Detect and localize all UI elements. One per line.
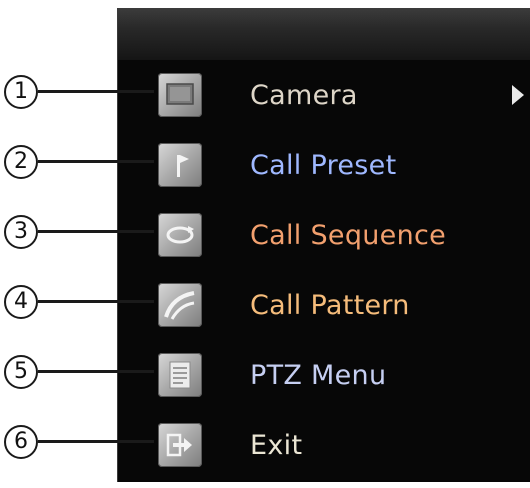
callout-number: 3 [4,215,38,249]
menu-item-label: PTZ Menu [250,360,387,391]
menu-list-icon [158,353,202,397]
callout-number: 2 [4,145,38,179]
callout-leader-line [38,90,154,93]
callout-number: 6 [4,425,38,459]
exit-icon [158,423,202,467]
callout-number: 5 [4,355,38,389]
callout-5: 5 [4,353,154,393]
callout-number: 1 [4,75,38,109]
submenu-arrow-icon [512,85,524,105]
menu-item-call-pattern[interactable]: Call Pattern [118,278,530,338]
menu-item-exit[interactable]: Exit [118,418,530,478]
callout-1: 1 [4,73,154,113]
callout-number: 4 [4,285,38,319]
callout-6: 6 [4,423,154,463]
callout-leader-line [38,370,154,373]
callout-4: 4 [4,283,154,323]
menu-item-label: Camera [250,80,358,111]
menu-item-ptz-menu[interactable]: PTZ Menu [118,348,530,408]
callout-leader-line [38,160,154,163]
ptz-popup-menu: Camera Call Preset Call Sequence Call Pa… [117,8,530,482]
menu-item-camera[interactable]: Camera [118,68,530,128]
callout-3: 3 [4,213,154,253]
menu-item-label: Call Preset [250,150,397,181]
pattern-icon [158,283,202,327]
callout-leader-line [38,300,154,303]
menu-title-bar [118,8,530,60]
callout-leader-line [38,230,154,233]
menu-item-label: Call Sequence [250,220,447,251]
callout-leader-line [38,440,154,443]
sequence-icon [158,213,202,257]
menu-item-call-sequence[interactable]: Call Sequence [118,208,530,268]
camera-icon [158,73,202,117]
flag-icon [158,143,202,187]
menu-item-label: Exit [250,430,303,461]
callout-2: 2 [4,143,154,183]
menu-item-call-preset[interactable]: Call Preset [118,138,530,198]
menu-item-label: Call Pattern [250,290,410,321]
